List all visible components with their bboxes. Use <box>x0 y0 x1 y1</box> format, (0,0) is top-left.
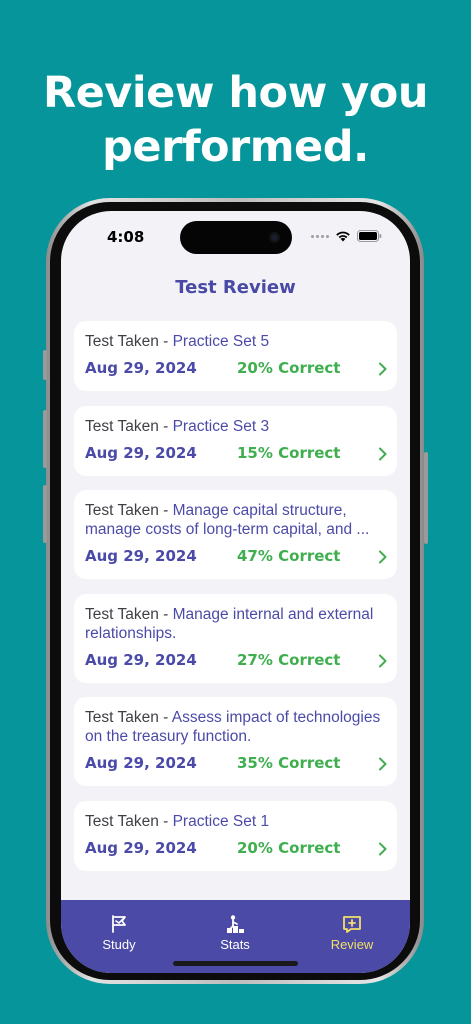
test-date: Aug 29, 2024 <box>85 547 197 565</box>
test-title: Test Taken - Assess impact of technologi… <box>85 708 385 746</box>
volume-down-button <box>43 485 47 543</box>
test-score: 47% Correct <box>237 547 341 565</box>
test-score: 15% Correct <box>237 444 341 462</box>
action-button <box>43 350 47 380</box>
test-title: Test Taken - Manage internal and externa… <box>85 605 385 643</box>
review-plus-icon <box>343 916 361 933</box>
dynamic-island <box>180 221 292 254</box>
headline-line-1: Review how you <box>43 68 428 118</box>
home-indicator <box>173 961 298 966</box>
test-taken-prefix: Test Taken - <box>85 709 172 726</box>
test-taken-prefix: Test Taken - <box>85 502 173 519</box>
chevron-right-icon <box>379 654 387 668</box>
tab-study[interactable]: Study <box>79 914 159 952</box>
tab-label: Study <box>102 937 136 952</box>
test-taken-prefix: Test Taken - <box>85 418 173 435</box>
flag-book-icon <box>112 915 126 933</box>
battery-icon <box>357 230 382 242</box>
test-date: Aug 29, 2024 <box>85 359 197 377</box>
test-score: 20% Correct <box>237 839 341 857</box>
tab-stats[interactable]: Stats <box>195 914 275 952</box>
test-score: 20% Correct <box>237 359 341 377</box>
chevron-right-icon <box>379 842 387 856</box>
power-button <box>424 452 428 544</box>
test-title: Test Taken - Manage capital structure, m… <box>85 501 385 539</box>
test-card-2[interactable]: Test Taken - Practice Set 3 Aug 29, 2024… <box>74 406 397 476</box>
test-name: Practice Set 1 <box>172 813 270 830</box>
test-date: Aug 29, 2024 <box>85 651 197 669</box>
test-name: Practice Set 5 <box>172 333 270 350</box>
page-title: Test Review <box>175 277 296 298</box>
test-score: 27% Correct <box>237 651 341 669</box>
test-score: 35% Correct <box>237 754 341 772</box>
test-card-6[interactable]: Test Taken - Practice Set 1 Aug 29, 2024… <box>74 801 397 871</box>
test-title: Test Taken - Practice Set 1 <box>85 812 385 831</box>
chevron-right-icon <box>379 550 387 564</box>
wifi-icon <box>336 231 350 242</box>
headline: Review how you performed. <box>0 66 471 174</box>
volume-up-button <box>43 410 47 468</box>
podium-person-icon <box>227 915 244 933</box>
test-title: Test Taken - Practice Set 5 <box>85 332 385 351</box>
test-card-4[interactable]: Test Taken - Manage internal and externa… <box>74 594 397 683</box>
chevron-right-icon <box>379 362 387 376</box>
phone-screen: 4:08 Test Review Test Taken - Practice S… <box>61 211 410 973</box>
headline-line-2: performed. <box>102 122 369 172</box>
test-date: Aug 29, 2024 <box>85 444 197 462</box>
signal-icon <box>311 234 329 238</box>
camera-icon <box>269 232 280 243</box>
test-taken-prefix: Test Taken - <box>85 333 173 350</box>
test-card-5[interactable]: Test Taken - Assess impact of technologi… <box>74 697 397 786</box>
status-icons <box>311 230 382 242</box>
tab-review[interactable]: Review <box>312 914 392 952</box>
test-name: Practice Set 3 <box>172 418 270 435</box>
chevron-right-icon <box>379 447 387 461</box>
status-time: 4:08 <box>107 228 145 246</box>
test-title: Test Taken - Practice Set 3 <box>85 417 385 436</box>
test-date: Aug 29, 2024 <box>85 839 197 857</box>
test-card-3[interactable]: Test Taken - Manage capital structure, m… <box>74 490 397 579</box>
tab-label: Stats <box>220 937 250 952</box>
tab-label: Review <box>330 937 374 952</box>
chevron-right-icon <box>379 757 387 771</box>
test-taken-prefix: Test Taken - <box>85 606 173 623</box>
test-taken-prefix: Test Taken - <box>85 813 173 830</box>
test-card-1[interactable]: Test Taken - Practice Set 5 Aug 29, 2024… <box>74 321 397 391</box>
test-date: Aug 29, 2024 <box>85 754 197 772</box>
